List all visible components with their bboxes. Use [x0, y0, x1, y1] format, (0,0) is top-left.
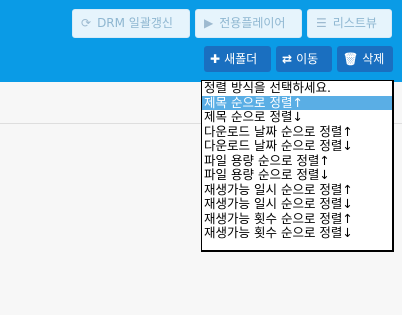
drm-update-label: DRM 일괄갱신	[97, 16, 173, 30]
play-icon: ▶	[204, 16, 214, 30]
plus-icon: ✚	[210, 52, 221, 66]
sort-option-play-count-asc[interactable]: 재생가능 횟수 순으로 정렬↑	[202, 212, 392, 227]
list-view-button[interactable]: ☰ 리스트뷰	[307, 9, 392, 38]
new-folder-button[interactable]: ✚ 새폴더	[204, 46, 271, 72]
sort-option-play-count-desc[interactable]: 재생가능 횟수 순으로 정렬↓	[202, 226, 392, 241]
trash-icon: 🗑	[343, 52, 359, 66]
sort-option-play-date-asc[interactable]: 재생가능 일시 순으로 정렬↑	[202, 183, 392, 198]
sort-options-list[interactable]: 정렬 방식을 선택하세요. 제목 순으로 정렬↑ 제목 순으로 정렬↓ 다운로드…	[201, 80, 394, 252]
refresh-icon: ⟳	[81, 16, 92, 30]
swap-icon: ⇄	[282, 52, 293, 66]
sort-option-download-date-asc[interactable]: 다운로드 날짜 순으로 정렬↑	[202, 125, 392, 140]
player-label: 전용플레이어	[219, 16, 286, 30]
move-label: 이동	[296, 52, 319, 66]
sort-option-placeholder[interactable]: 정렬 방식을 선택하세요.	[202, 81, 392, 96]
drm-update-button[interactable]: ⟳ DRM 일괄갱신	[72, 9, 190, 38]
player-button[interactable]: ▶ 전용플레이어	[195, 9, 302, 38]
sort-option-file-size-asc[interactable]: 파일 용량 순으로 정렬↑	[202, 154, 392, 169]
delete-label: 삭제	[362, 52, 385, 66]
delete-button[interactable]: 🗑 삭제	[337, 46, 393, 72]
move-button[interactable]: ⇄ 이동	[276, 46, 332, 72]
list-view-label: 리스트뷰	[332, 16, 377, 30]
sort-option-file-size-desc[interactable]: 파일 용량 순으로 정렬↓	[202, 168, 392, 183]
sort-option-title-desc[interactable]: 제목 순으로 정렬↓	[202, 110, 392, 125]
sort-option-title-asc[interactable]: 제목 순으로 정렬↑	[202, 95, 392, 110]
list-icon: ☰	[316, 16, 327, 30]
sort-option-play-date-desc[interactable]: 재생가능 일시 순으로 정렬↓	[202, 197, 392, 212]
new-folder-label: 새폴더	[224, 52, 258, 66]
sort-option-download-date-desc[interactable]: 다운로드 날짜 순으로 정렬↓	[202, 139, 392, 154]
